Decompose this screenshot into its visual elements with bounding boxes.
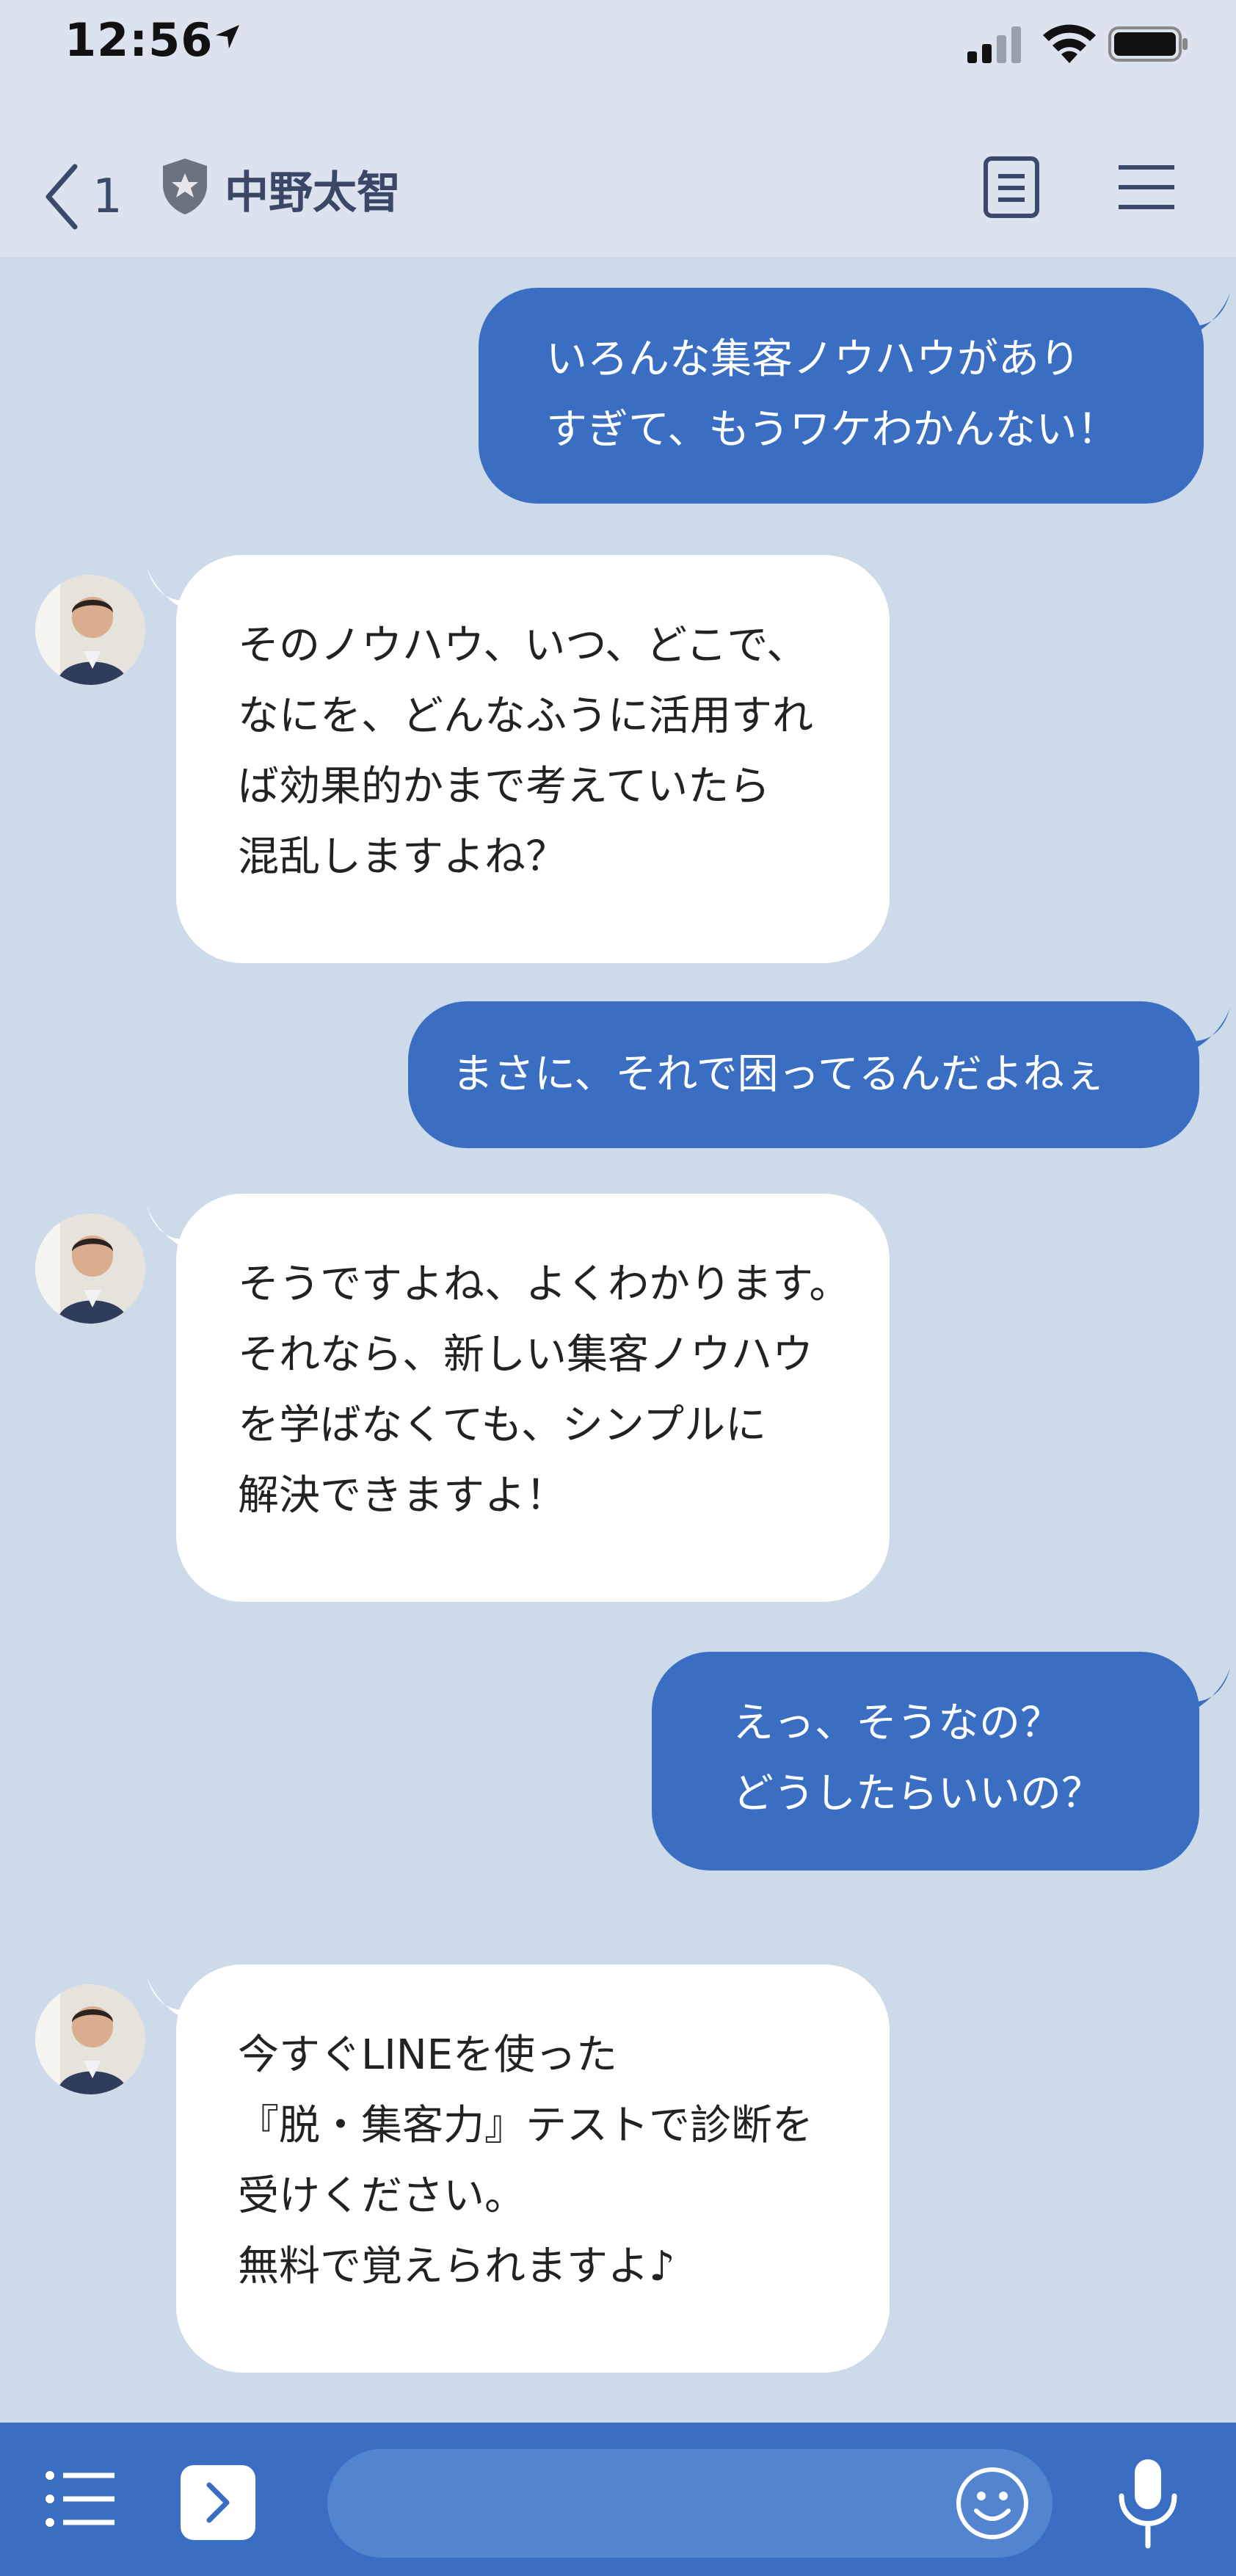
message-bubble-sent[interactable]: まさに、それで困ってるんだよねぇ xyxy=(408,1001,1199,1148)
microphone-icon[interactable] xyxy=(1110,2455,1186,2550)
chat-header: 1 中野太智 xyxy=(0,87,1236,257)
status-bar: 12:56 xyxy=(0,0,1236,87)
avatar[interactable] xyxy=(35,1213,145,1324)
chevron-right-icon xyxy=(206,2482,230,2523)
message-bubble-received[interactable]: そのノウハウ、いつ、どこで、 なにを、どんなふうに活用すれ ば効果的かまで考えて… xyxy=(176,555,890,963)
expand-button[interactable] xyxy=(181,2465,255,2540)
message-bubble-received[interactable]: そうですよね、よくわかります。 それなら、新しい集客ノウハウ を学ばなくても、シ… xyxy=(176,1194,890,1602)
unread-count: 1 xyxy=(92,170,123,224)
avatar[interactable] xyxy=(35,575,145,685)
person-avatar-icon xyxy=(35,575,145,685)
person-avatar-icon xyxy=(35,1213,145,1324)
notes-icon[interactable] xyxy=(982,156,1041,219)
hamburger-menu-icon[interactable] xyxy=(1116,163,1177,211)
list-menu-icon[interactable] xyxy=(44,2468,117,2530)
person-avatar-icon xyxy=(35,1984,145,2094)
contact-name[interactable]: 中野太智 xyxy=(225,157,401,221)
message-bubble-sent[interactable]: いろんな集客ノウハウがあり すぎて、もうワケわかんない！ xyxy=(479,288,1204,504)
location-arrow-icon xyxy=(216,25,239,48)
message-bubble-received[interactable]: 今すぐLINEを使った 『脱・集客力』テストで診断を 受けください。 無料で覚え… xyxy=(176,1964,890,2373)
avatar[interactable] xyxy=(35,1984,145,2094)
wifi-icon xyxy=(1043,24,1096,63)
official-shield-icon xyxy=(163,159,207,214)
input-bar xyxy=(0,2423,1236,2576)
battery-icon xyxy=(1108,26,1188,62)
emoji-icon[interactable] xyxy=(954,2465,1030,2541)
message-input[interactable] xyxy=(327,2449,1053,2558)
status-time: 12:56 xyxy=(65,13,214,67)
back-button[interactable]: 1 xyxy=(43,153,145,241)
message-list[interactable]: いろんな集客ノウハウがあり すぎて、もうワケわかんない！ そのノウハウ、いつ、ど… xyxy=(0,257,1236,2423)
chevron-left-icon xyxy=(46,164,78,230)
cellular-signal-icon xyxy=(967,26,1021,63)
message-bubble-sent[interactable]: えっ、そうなの？ どうしたらいいの？ xyxy=(652,1652,1199,1871)
